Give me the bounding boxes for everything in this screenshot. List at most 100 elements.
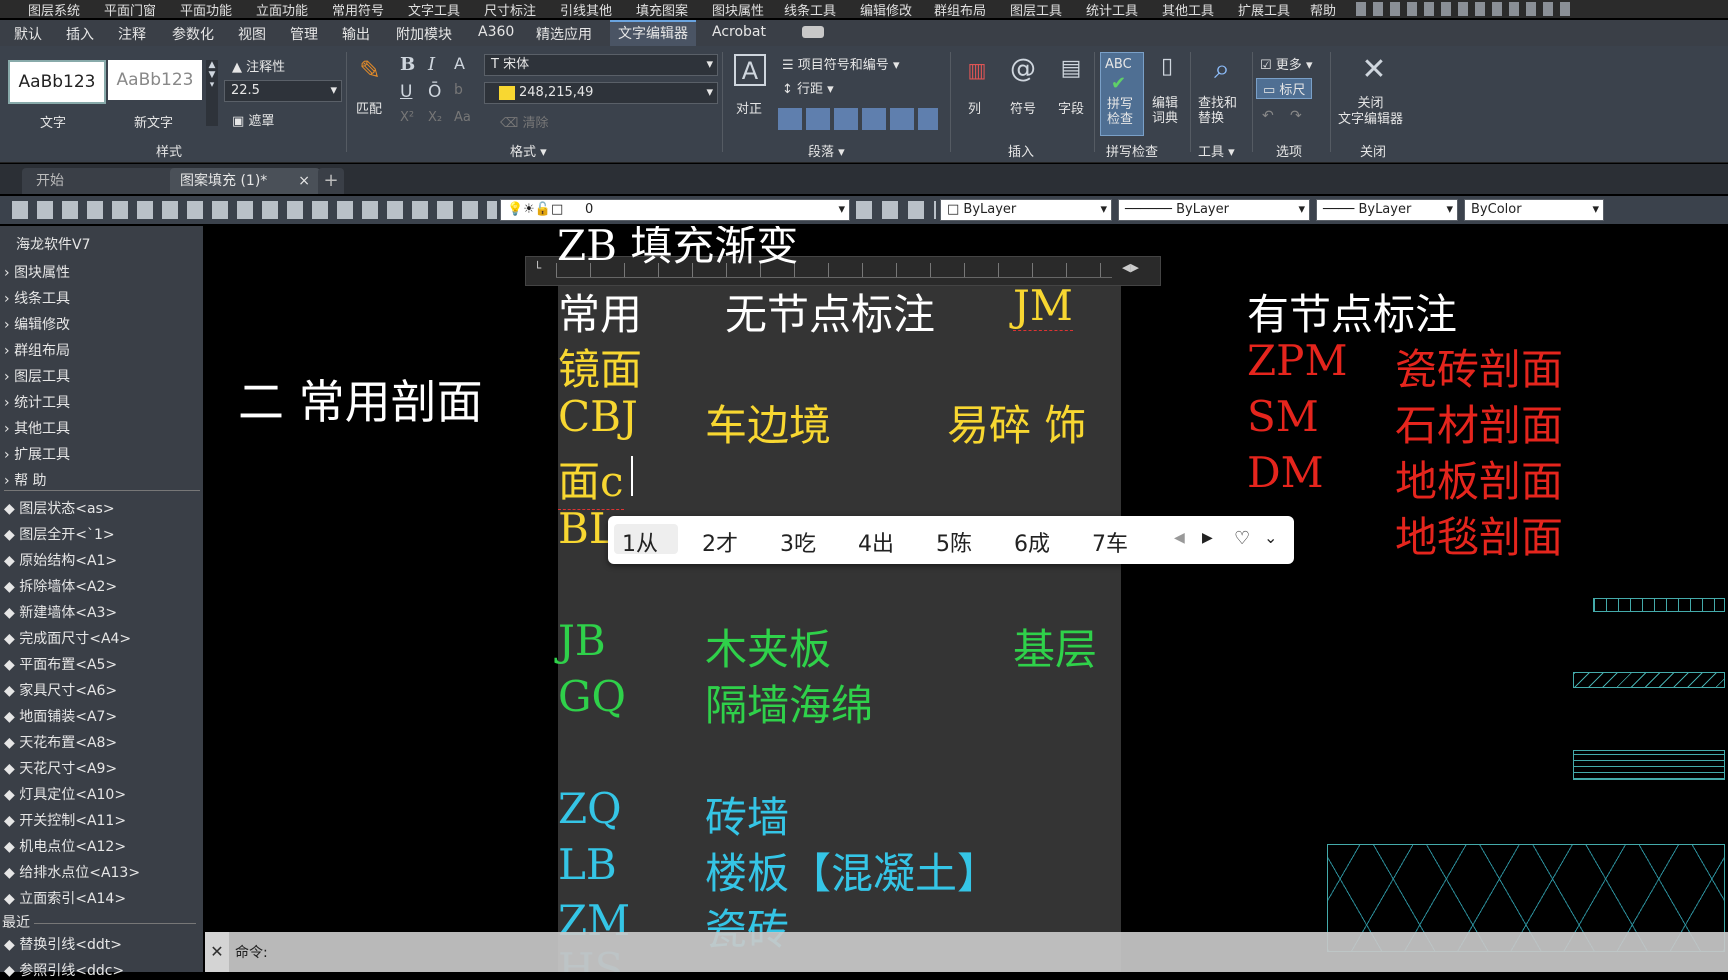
style-scroll-icon[interactable]: ▲ ▼ ▾ [206,60,218,126]
undo-icon[interactable]: ↶ [1262,108,1274,124]
field-icon[interactable]: ▤ [1056,56,1086,86]
tab-default[interactable]: 默认 [14,24,42,44]
redo-icon[interactable]: ↷ [1290,108,1302,124]
menu-item[interactable]: 线条工具 [784,0,836,18]
command-line[interactable]: ✕ 命令: [205,932,1728,972]
command-item[interactable]: ◆ 原始结构<A1> [4,550,117,570]
menu-item[interactable]: 常用符号 [332,0,384,18]
favorite-icon[interactable]: ♡ [1234,528,1250,549]
plotstyle-dropdown[interactable]: ByColor ▾ [1464,199,1604,221]
italic-icon[interactable]: I [428,54,435,75]
ime-candidate[interactable]: 1从 [622,526,658,558]
column-icon[interactable]: ▥ [962,58,992,84]
command-item[interactable]: ◆ 平面布置<A5> [4,654,117,674]
ime-candidate[interactable]: 5陈 [936,526,972,558]
command-item[interactable]: ◆ 图层全开<`1> [4,524,115,544]
ribbon-toggle-icon[interactable] [802,26,824,38]
tab-drawing[interactable]: 图案填充 (1)* × [170,168,320,194]
layer-tools-icons[interactable] [856,201,936,219]
tab-featured-apps[interactable]: 精选应用 [536,24,592,44]
bullets-button[interactable]: ☰ 项目符号和编号 ▾ [782,54,899,73]
style-sample-new[interactable]: AaBb123 [108,60,202,100]
ime-candidate[interactable]: 4出 [858,526,894,558]
tab-start[interactable]: 开始 [22,168,178,194]
close-icon[interactable]: ✕ [205,932,229,972]
sidebar-group[interactable]: › 图块属性 [4,262,70,282]
sidebar-group[interactable]: › 帮 助 [4,470,47,490]
menu-item[interactable]: 统计工具 [1086,0,1138,18]
overline-icon[interactable]: Ō [428,82,441,102]
dictionary-icon[interactable]: ▯ [1152,54,1182,84]
command-item[interactable]: ◆ 家具尺寸<A6> [4,680,117,700]
tab-output[interactable]: 输出 [342,24,370,44]
command-item[interactable]: ◆ 拆除墙体<A2> [4,576,117,596]
sidebar-group[interactable]: › 其他工具 [4,418,70,438]
annotative-toggle[interactable]: ▲ 注释性 [232,56,285,75]
sidebar-group[interactable]: › 线条工具 [4,288,70,308]
paragraph-align-icons[interactable] [778,108,938,130]
line-spacing-button[interactable]: ↕ 行距 ▾ [782,78,834,97]
menu-item[interactable]: 图层系统 [28,0,80,18]
close-editor-button[interactable]: 关闭 文字编辑器 [1338,96,1403,128]
ime-candidate[interactable]: 2才 [702,526,738,558]
command-item[interactable]: ◆ 给排水点位<A13> [4,862,140,882]
sidebar-group[interactable]: › 统计工具 [4,392,70,412]
drawing-canvas[interactable]: └ ◀▶ ZB 填充渐变 二 常用剖面 常用 无节点标注 JM 镜面 CBJ 车… [205,226,1728,972]
command-item[interactable]: ◆ 开关控制<A11> [4,810,126,830]
ime-candidate[interactable]: 6成 [1014,526,1050,558]
spell-check-button[interactable]: ABC ✔ 拼写 检查 [1100,52,1144,136]
ime-candidate[interactable]: 7车 [1092,526,1128,558]
command-item[interactable]: ◆ 新建墙体<A3> [4,602,117,622]
recent-item[interactable]: ◆ 参照引线<ddc> [4,960,124,980]
find-replace-icon[interactable]: ⌕ [1204,52,1240,86]
justify-icon[interactable]: A [734,54,766,86]
underline-icon[interactable]: U [400,82,412,102]
menu-item[interactable]: 立面功能 [256,0,308,18]
ruler-toggle[interactable]: ▭ 标尺 [1256,78,1313,99]
sidebar-group[interactable]: › 图层工具 [4,366,70,386]
menu-item[interactable]: 群组布局 [934,0,986,18]
match-brush-icon[interactable]: ✎ [352,56,388,92]
panel-title-format[interactable]: 格式 ▾ [510,141,547,160]
find-replace-label[interactable]: 查找和 替换 [1198,96,1237,126]
sidebar-group[interactable]: › 扩展工具 [4,444,70,464]
chevron-down-icon[interactable]: ⌄ [1264,528,1277,547]
color-dropdown[interactable]: □ ByLayer ▾ [940,199,1112,221]
change-case-icon[interactable]: Aa [454,110,471,125]
symbol-icon[interactable]: @ [1008,54,1038,84]
command-item[interactable]: ◆ 完成面尺寸<A4> [4,628,131,648]
stack-icon[interactable]: b [454,82,463,98]
ime-candidate[interactable]: 3吃 [780,526,816,558]
menu-item[interactable]: 帮助 [1310,0,1336,18]
ruler-resize-icon[interactable]: ◀▶ [1122,261,1139,274]
panel-title-paragraph[interactable]: 段落 ▾ [808,141,845,160]
tab-parametric[interactable]: 参数化 [172,24,214,44]
menu-item[interactable]: 尺寸标注 [484,0,536,18]
text-height-input[interactable]: 22.5 ▾ [224,80,342,102]
font-select[interactable]: T 宋体 ▾ [484,54,718,76]
command-item[interactable]: ◆ 灯具定位<A10> [4,784,126,804]
lineweight-dropdown[interactable]: ──── ByLayer ▾ [1316,199,1458,221]
tab-manage[interactable]: 管理 [290,24,318,44]
menu-item[interactable]: 引线其他 [560,0,612,18]
quick-tools-icons[interactable] [12,201,497,219]
next-page-icon[interactable]: ▶ [1202,530,1213,546]
tab-a360[interactable]: A360 [478,24,514,40]
sidebar-group[interactable]: › 编辑修改 [4,314,70,334]
style-sample-text[interactable]: AaBb123 [8,60,106,104]
add-tab-icon[interactable]: + [318,168,344,194]
command-item[interactable]: ◆ 图层状态<as> [4,498,115,518]
mask-toggle[interactable]: ▣ 遮罩 [232,110,274,129]
color-select[interactable]: 248,215,49 ▾ [484,82,718,104]
menu-item[interactable]: 编辑修改 [860,0,912,18]
sidebar-group[interactable]: › 群组布局 [4,340,70,360]
superscript-icon[interactable]: X² [400,110,414,125]
menu-item[interactable]: 平面门窗 [104,0,156,18]
bold-icon[interactable]: B [400,54,415,75]
menu-item[interactable]: 图块属性 [712,0,764,18]
menu-item[interactable]: 平面功能 [180,0,232,18]
menu-item[interactable]: 填充图案 [636,0,688,18]
more-button[interactable]: ☑ 更多 ▾ [1260,54,1312,73]
menu-item[interactable]: 其他工具 [1162,0,1214,18]
tab-acrobat[interactable]: Acrobat [712,24,766,40]
